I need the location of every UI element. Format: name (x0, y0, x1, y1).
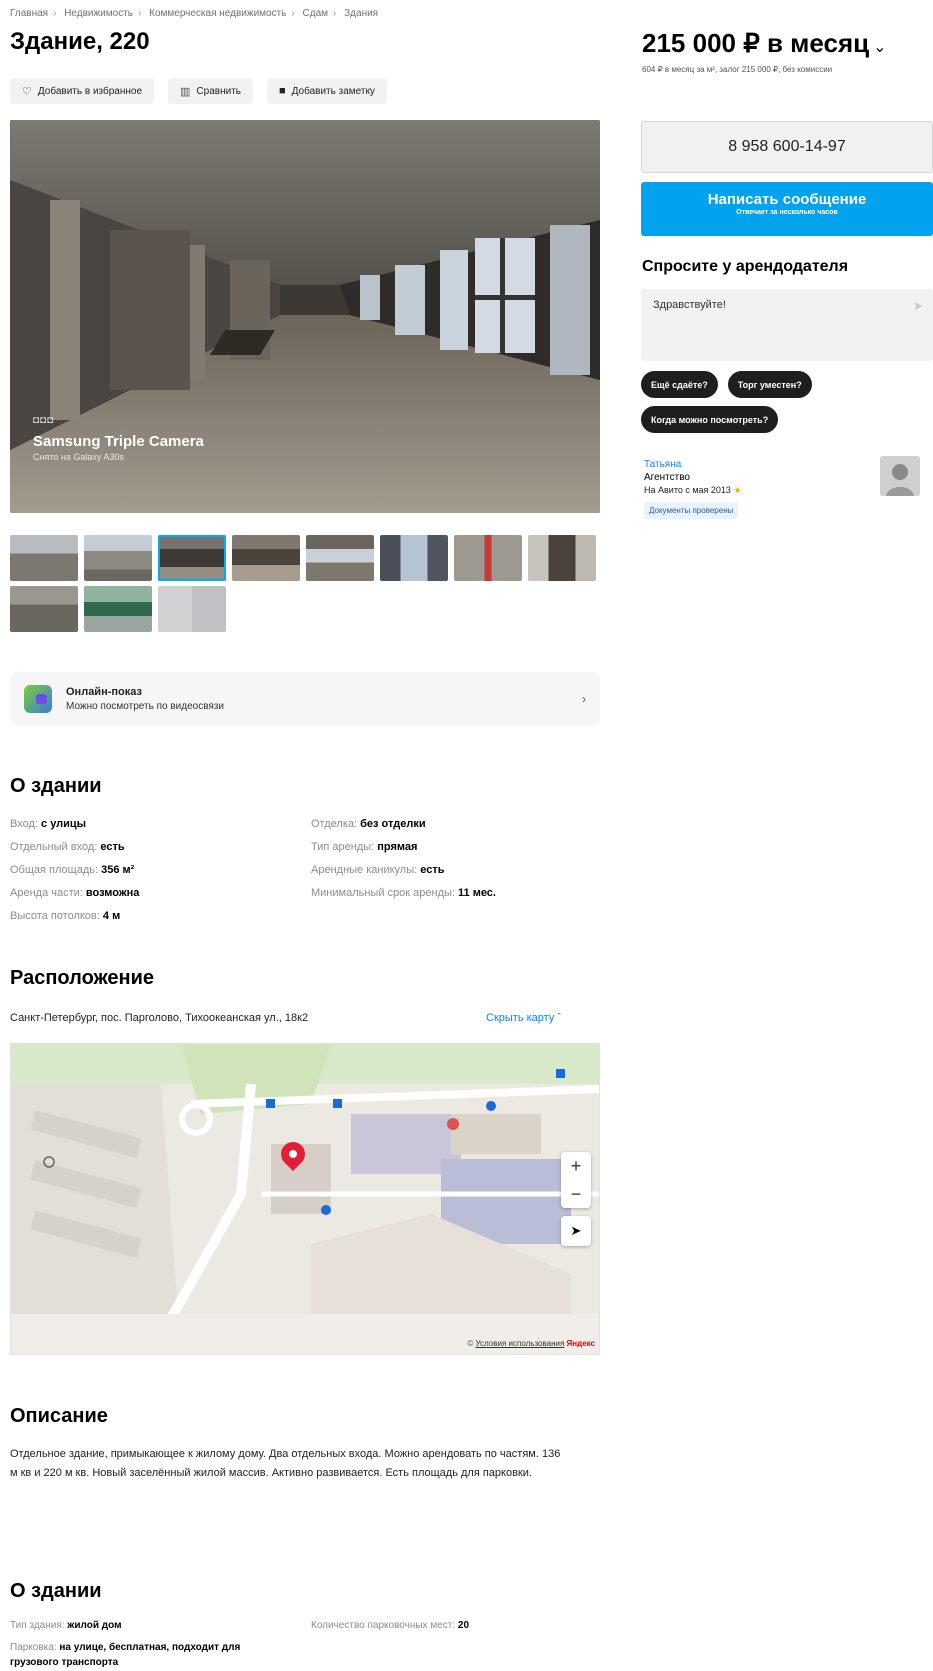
map-footer: © Условия использования Яндекс (467, 1339, 595, 1348)
thumbnail[interactable] (232, 535, 300, 581)
thumbnail[interactable] (84, 586, 152, 632)
camera-model: Снято на Galaxy A30s (33, 452, 124, 462)
video-call-icon (24, 685, 52, 713)
price[interactable]: 215 000 ₽ в месяц ⌄ (642, 28, 887, 59)
send-icon[interactable]: ➤ (913, 299, 923, 313)
avatar-image (880, 456, 920, 496)
price-details: 604 ₽ в месяц за м², залог 215 000 ₽, бе… (642, 65, 833, 74)
about2-props-left: Тип здания: жилой дом Парковка: на улице… (10, 1618, 260, 1670)
prop-row: Отделка: без отделки (311, 818, 426, 830)
thumbnail[interactable] (380, 535, 448, 581)
prop-row: Минимальный срок аренды: 11 мес. (311, 887, 496, 899)
quick-question-chip[interactable]: Торг уместен? (727, 371, 812, 398)
compare-icon: ▥ (180, 85, 191, 98)
description-text: Отдельное здание, примыкающее к жилому д… (10, 1448, 561, 1479)
quick-question-chip[interactable]: Когда можно посмотреть? (641, 406, 779, 433)
response-time: Отвечает за несколько часов (736, 209, 838, 216)
thumbnail[interactable] (84, 535, 152, 581)
seller-type: Агентство (644, 472, 690, 483)
prop-row: Количество парковочных мест: 20 (311, 1620, 470, 1631)
chevron-up-icon: ˆ (557, 1012, 562, 1024)
chevron-right-icon: › (582, 692, 586, 706)
prop-row: Парковка: на улице, бесплатная, подходит… (10, 1642, 241, 1668)
thumbnail[interactable] (10, 586, 78, 632)
description-heading: Описание (10, 1405, 108, 1427)
seller-name[interactable]: Татьяна (644, 458, 742, 471)
camera-brand: Samsung Triple Camera (33, 433, 204, 450)
add-note-button[interactable]: ■ Добавить заметку (266, 78, 387, 104)
rating-star-icon: ★ (733, 485, 742, 495)
breadcrumb-item-home[interactable]: Главная (10, 8, 48, 19)
thumbnail[interactable] (158, 535, 226, 581)
ask-text: Здравствуйте! (653, 299, 726, 311)
hide-map-link[interactable]: Скрыть карту ˆ (486, 1012, 561, 1024)
breadcrumb-item-buildings[interactable]: Здания (344, 8, 378, 19)
prop-row: Арендные каникулы: есть (311, 864, 445, 876)
map-brand-logo: Яндекс (566, 1339, 595, 1348)
prop-row: Высота потолков: 4 м (10, 910, 121, 922)
seller-since: На Авито с мая 2013 ★ (644, 485, 742, 495)
compare-label: Сравнить (196, 85, 241, 97)
map-image (11, 1044, 599, 1354)
prop-row: Аренда части: возможна (10, 887, 140, 899)
compare-button[interactable]: ▥ Сравнить (168, 78, 253, 104)
online-show-title: Онлайн-показ (66, 686, 142, 698)
prop-row: Вход: с улицы (10, 818, 87, 830)
thumbnail[interactable] (528, 535, 596, 581)
prop-row: Тип здания: жилой дом (10, 1620, 122, 1631)
write-message-button[interactable]: Написать сообщение Отвечает за несколько… (641, 182, 933, 236)
navigation-arrow-icon: ➤ (570, 1223, 582, 1238)
about-heading: О здании (10, 775, 102, 797)
chevron-down-icon: ⌄ (873, 39, 887, 56)
note-icon: ■ (278, 85, 286, 97)
prop-row: Общая площадь: 356 м² (10, 864, 135, 876)
note-label: Добавить заметку (291, 85, 375, 97)
zoom-control: + − (561, 1152, 591, 1208)
breadcrumb: Главная › Недвижимость › Коммерческая недв… (10, 8, 379, 19)
thumbnail[interactable] (454, 535, 522, 581)
prop-row: Отдельный вход: есть (10, 841, 125, 853)
about-props-left: Вход: с улицы Отдельный вход: есть Общая… (10, 813, 139, 928)
map[interactable]: + − ➤ © Условия использования Яндекс (10, 1043, 600, 1355)
breadcrumb-item-commercial[interactable]: Коммерческая недвижимость (149, 8, 286, 19)
breadcrumb-item-realty[interactable]: Недвижимость (64, 8, 133, 19)
ask-heading: Спросите у арендодателя (642, 258, 849, 275)
map-terms-link[interactable]: Условия использования (476, 1339, 565, 1348)
page-title: Здание, 220 (10, 28, 150, 55)
heart-icon: ♡ (22, 85, 32, 98)
location-heading: Расположение (10, 967, 155, 989)
geolocation-button[interactable]: ➤ (561, 1216, 591, 1246)
thumbnail[interactable] (158, 586, 226, 632)
avatar[interactable] (880, 456, 920, 496)
photo-thumbnails (10, 535, 600, 632)
online-show-banner[interactable]: Онлайн-показ Можно посмотреть по видеосв… (10, 672, 600, 726)
verified-badge: Документы проверены (644, 502, 739, 519)
camera-icon: ◘◘◘ (33, 415, 55, 426)
favorite-label: Добавить в избранное (37, 85, 143, 97)
favorite-button[interactable]: ♡ Добавить в избранное (10, 78, 155, 104)
quick-question-chip[interactable]: Ещё сдаёте? (641, 371, 718, 398)
thumbnail[interactable] (306, 535, 374, 581)
address-text: Санкт-Петербург, пос. Парголово, Тихооке… (10, 1012, 309, 1024)
online-show-subtitle: Можно посмотреть по видеосвязи (66, 701, 224, 712)
quick-questions: Ещё сдаёте? Торг уместен? Когда можно по… (641, 371, 933, 433)
write-message-label: Написать сообщение (707, 191, 867, 208)
thumbnail[interactable] (10, 535, 78, 581)
ask-textarea[interactable]: Здравствуйте! ➤ (641, 289, 933, 361)
about2-props-right: Количество парковочных мест: 20 (311, 1618, 469, 1633)
about-props-right: Отделка: без отделки Тип аренды: прямая … (311, 813, 496, 905)
phone-button[interactable]: 8 958 600-14-97 (641, 121, 933, 173)
zoom-in-button[interactable]: + (571, 1156, 582, 1177)
action-bar: ♡ Добавить в избранное ▥ Сравнить ■ Доба… (10, 78, 387, 104)
breadcrumb-item-rent[interactable]: Сдам (303, 8, 329, 19)
zoom-out-button[interactable]: − (571, 1184, 582, 1205)
prop-row: Тип аренды: прямая (311, 841, 418, 853)
seller-info: Татьяна Агентство На Авито с мая 2013 ★ … (644, 458, 742, 519)
about-heading-2: О здании (10, 1580, 102, 1602)
